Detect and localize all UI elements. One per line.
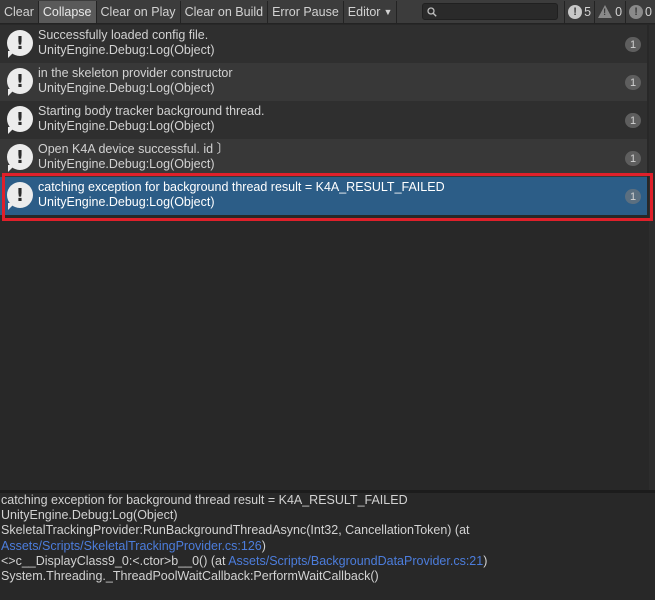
- collapse-count-badge: 1: [625, 37, 641, 52]
- editor-dropdown[interactable]: Editor ▼: [344, 0, 398, 23]
- log-message: catching exception for background thread…: [38, 180, 445, 194]
- console-toolbar: Clear Collapse Clear on Play Clear on Bu…: [0, 0, 655, 24]
- collapse-count-badge: 1: [625, 113, 641, 128]
- stack-frame-prefix: <>c__DisplayClass9_0:<.ctor>b__0() (at: [1, 553, 229, 568]
- log-count-toggle[interactable]: ! 5: [564, 0, 594, 23]
- info-message-icon: !: [7, 144, 35, 172]
- warning-count: 0: [615, 4, 623, 19]
- source-link[interactable]: Assets/Scripts/BackgroundDataProvider.cs…: [228, 554, 483, 568]
- stack-frame: <>c__DisplayClass9_0:<.ctor>b__0() (at A…: [1, 554, 655, 569]
- log-count: 5: [584, 4, 592, 19]
- info-message-icon: !: [7, 182, 35, 210]
- collapse-toggle[interactable]: Collapse: [38, 0, 97, 23]
- detail-source: UnityEngine.Debug:Log(Object): [1, 508, 178, 523]
- error-count-toggle[interactable]: ! 0: [625, 0, 655, 23]
- clear-on-build-toggle[interactable]: Clear on Build: [181, 0, 269, 23]
- info-icon: !: [568, 4, 583, 19]
- log-message: in the skeleton provider constructor: [38, 66, 233, 80]
- stack-trace-panel: catching exception for background thread…: [0, 493, 655, 600]
- list-scrollbar[interactable]: [649, 25, 655, 490]
- error-pause-toggle[interactable]: Error Pause: [268, 0, 344, 23]
- log-source: UnityEngine.Debug:Log(Object): [38, 195, 215, 209]
- log-message: Open K4A device successful. id 〕: [38, 142, 230, 156]
- info-message-icon: !: [7, 30, 35, 58]
- clear-on-play-toggle[interactable]: Clear on Play: [97, 0, 181, 23]
- source-link[interactable]: Assets/Scripts/SkeletalTrackingProvider.…: [1, 539, 262, 553]
- log-entry[interactable]: ! Successfully loaded config file. Unity…: [0, 25, 647, 63]
- collapse-count-badge: 1: [625, 189, 641, 204]
- search-field[interactable]: [422, 3, 559, 20]
- stack-frame-suffix: ): [261, 538, 266, 553]
- log-source: UnityEngine.Debug:Log(Object): [38, 43, 215, 57]
- info-message-icon: !: [7, 68, 35, 96]
- log-message: Starting body tracker background thread.: [38, 104, 265, 118]
- log-entry[interactable]: ! Open K4A device successful. id 〕 Unity…: [0, 139, 647, 177]
- warning-count-toggle[interactable]: ! 0: [594, 0, 625, 23]
- stack-frame-suffix: ): [483, 553, 488, 568]
- log-source: UnityEngine.Debug:Log(Object): [38, 157, 215, 171]
- log-source: UnityEngine.Debug:Log(Object): [38, 119, 215, 133]
- log-list[interactable]: ! Successfully loaded config file. Unity…: [0, 25, 655, 490]
- clear-button[interactable]: Clear: [0, 0, 39, 23]
- stack-frame: SkeletalTrackingProvider:RunBackgroundTh…: [1, 523, 470, 538]
- warning-icon: !: [598, 5, 613, 18]
- detail-message: catching exception for background thread…: [1, 493, 408, 507]
- collapse-count-badge: 1: [625, 75, 641, 90]
- stack-frame: Assets/Scripts/SkeletalTrackingProvider.…: [1, 539, 655, 554]
- stack-frame: System.Threading._ThreadPoolWaitCallback…: [1, 569, 379, 584]
- info-message-icon: !: [7, 106, 35, 134]
- search-input[interactable]: [440, 5, 551, 18]
- log-entry[interactable]: ! in the skeleton provider constructor U…: [0, 63, 647, 101]
- error-count: 0: [645, 4, 652, 19]
- collapse-count-badge: 1: [625, 151, 641, 166]
- log-message: Successfully loaded config file.: [38, 28, 209, 42]
- log-source: UnityEngine.Debug:Log(Object): [38, 81, 215, 95]
- search-icon: [427, 6, 437, 17]
- log-entry[interactable]: ! Starting body tracker background threa…: [0, 101, 647, 139]
- editor-dropdown-label: Editor: [347, 4, 381, 19]
- log-entry-selected[interactable]: ! catching exception for background thre…: [0, 177, 647, 215]
- chevron-down-icon: ▼: [383, 6, 393, 17]
- error-icon: !: [629, 4, 644, 19]
